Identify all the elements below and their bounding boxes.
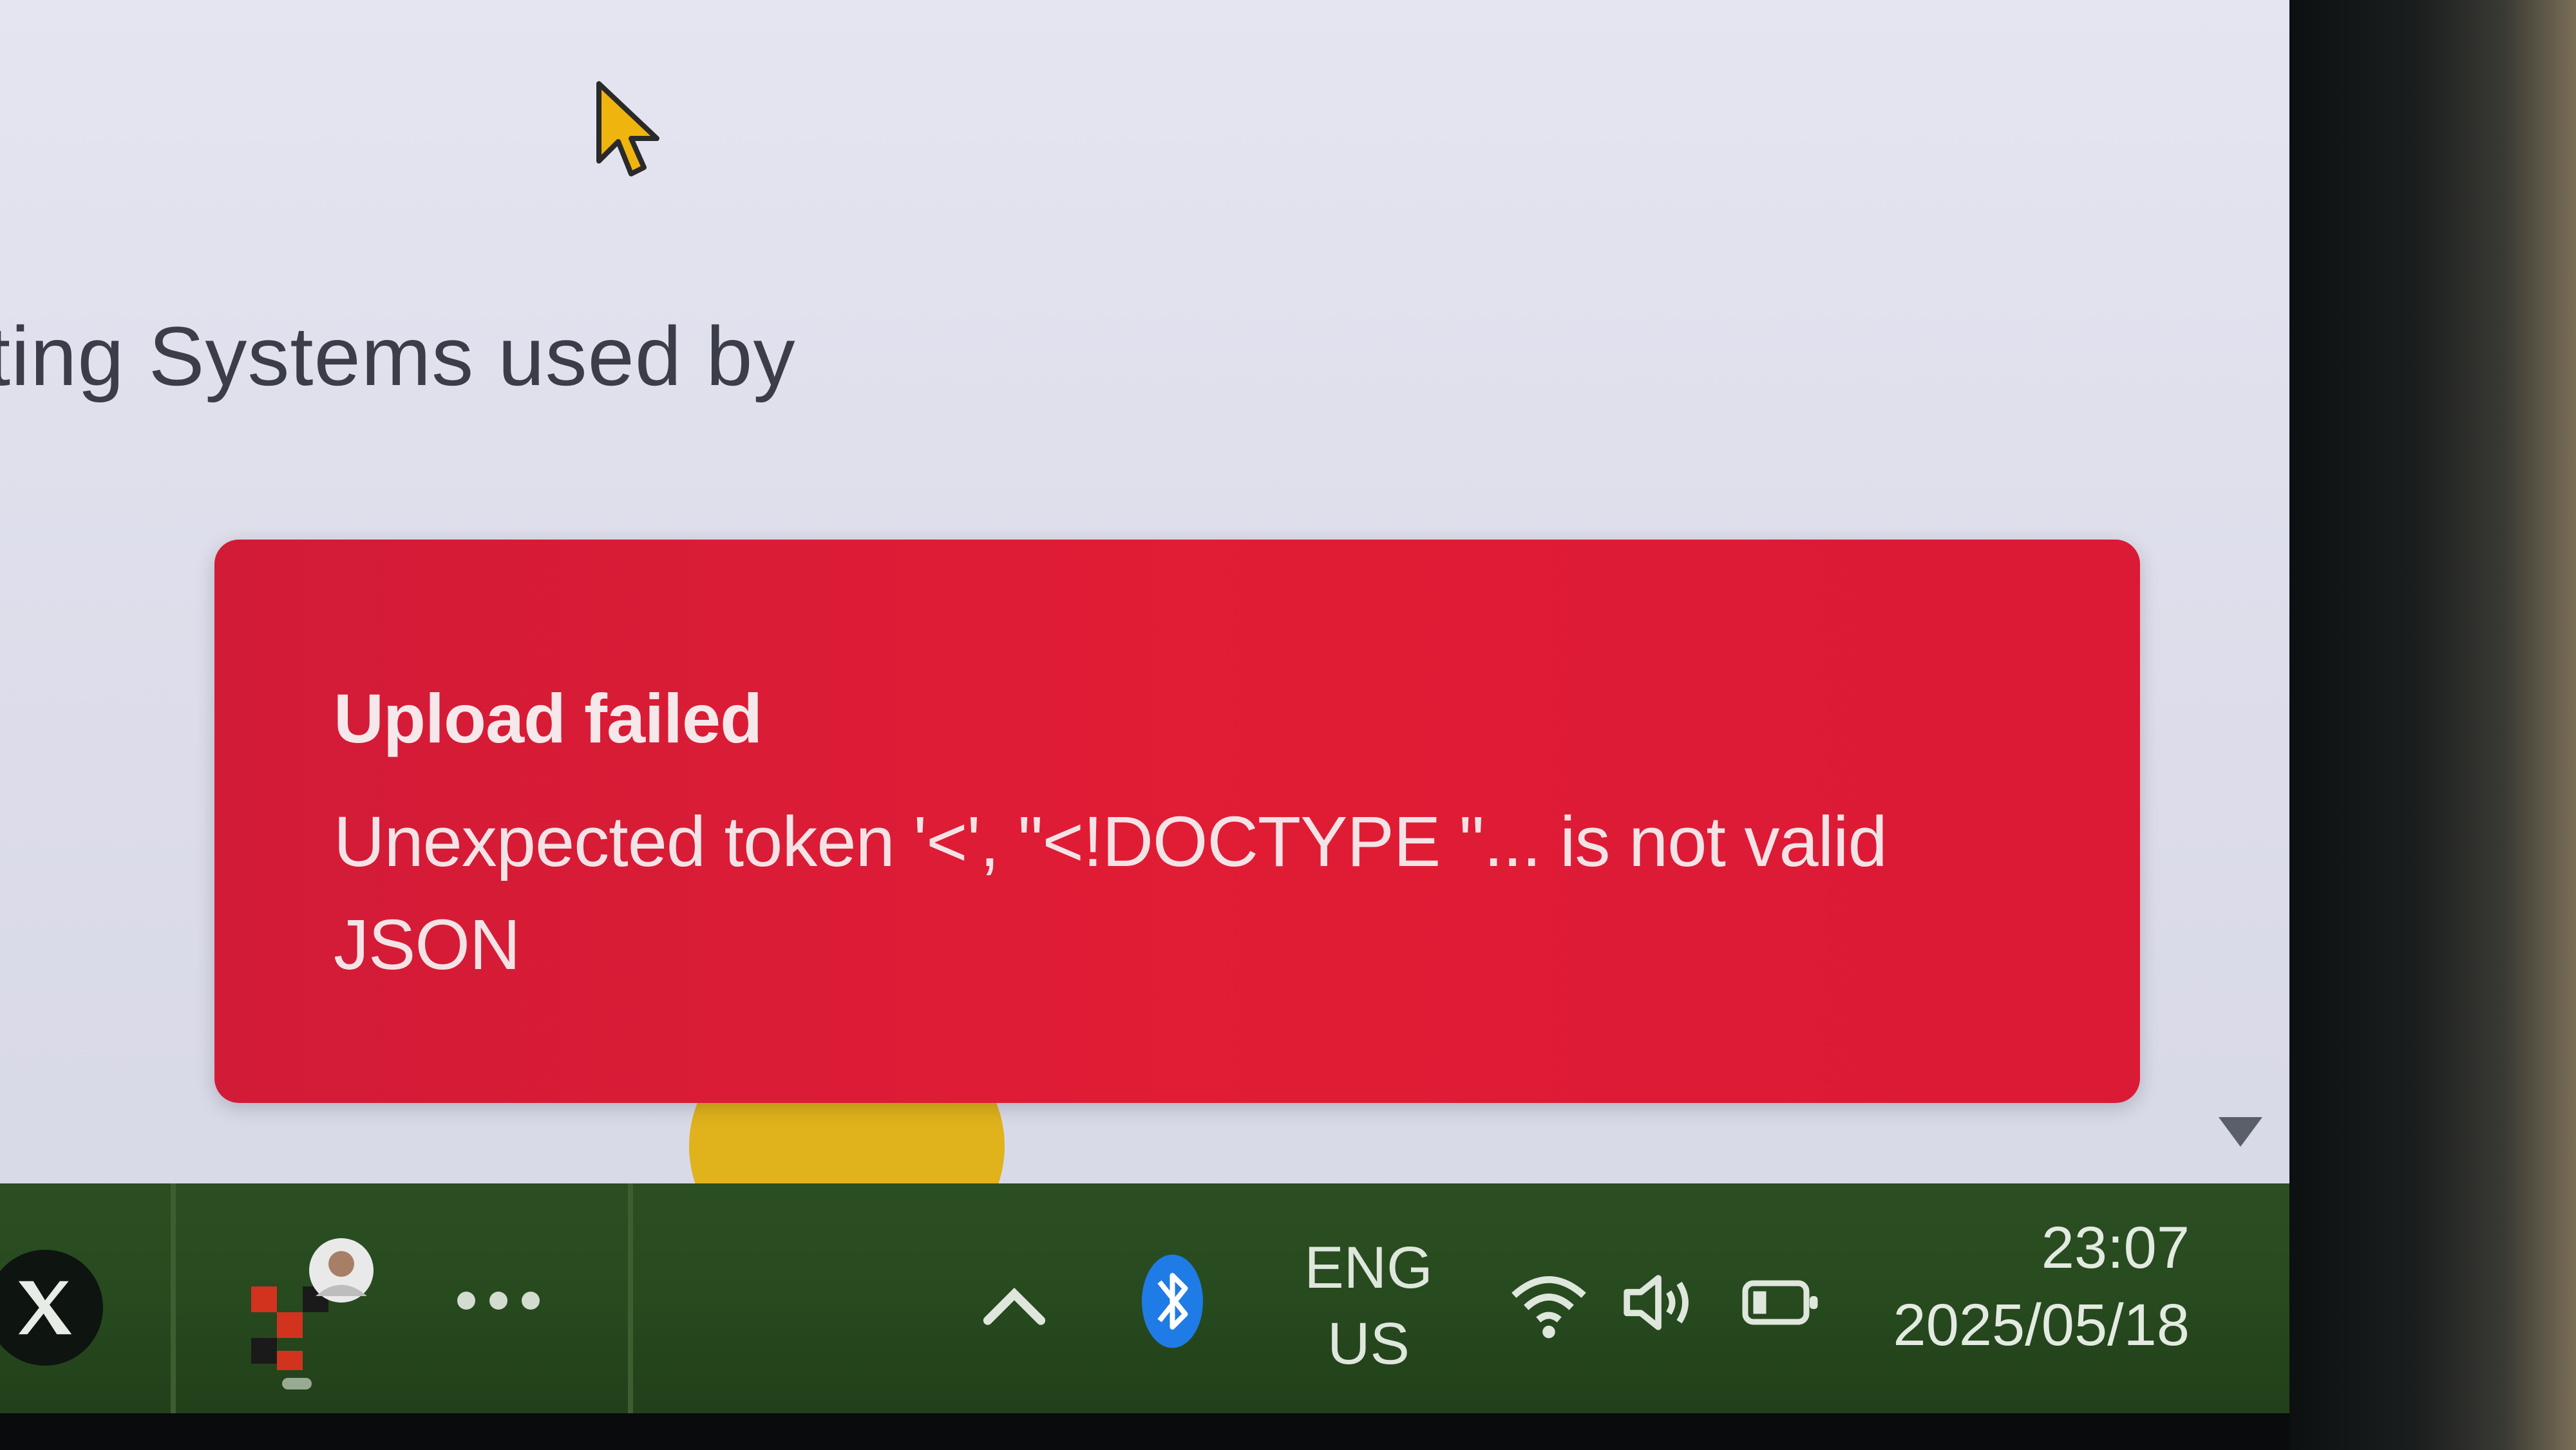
language-region: US: [1327, 1311, 1410, 1377]
toast-title: Upload failed: [334, 679, 762, 757]
wifi-icon[interactable]: [1507, 1267, 1591, 1344]
monitor-bezel-bottom: [0, 1413, 2289, 1450]
scroll-down-arrow-icon[interactable]: [2219, 1117, 2262, 1147]
taskbar-divider: [171, 1183, 176, 1413]
app-with-avatar-icon[interactable]: [238, 1235, 380, 1377]
battery-icon[interactable]: [1739, 1270, 1823, 1335]
toast-message: Unexpected token '<', "<!DOCTYPE "... is…: [334, 802, 1888, 984]
chevron-up-icon[interactable]: [979, 1280, 1050, 1332]
bluetooth-icon[interactable]: [1139, 1253, 1206, 1350]
taskbar-app-x[interactable]: [0, 1250, 103, 1366]
system-clock[interactable]: 23:07 2025/05/18: [1868, 1209, 2190, 1364]
ellipsis-icon[interactable]: [457, 1292, 540, 1310]
screen: ting Systems used by Upload failed Unexp…: [0, 0, 2289, 1413]
clock-time: 23:07: [2041, 1215, 2190, 1281]
taskbar-divider: [628, 1183, 633, 1413]
active-app-indicator: [282, 1378, 312, 1389]
language-indicator[interactable]: ENG US: [1304, 1230, 1433, 1382]
page-heading-partial: ting Systems used by: [0, 309, 796, 403]
language-code: ENG: [1304, 1235, 1433, 1301]
error-toast[interactable]: Upload failed Unexpected token '<', "<!D…: [214, 540, 2140, 1103]
taskbar: ENG US 23:07 2025/05/18: [0, 1183, 2289, 1413]
monitor-bezel: [2289, 0, 2576, 1450]
clock-date: 2025/05/18: [1893, 1292, 2190, 1358]
x-app-icon: [18, 1281, 72, 1335]
volume-icon[interactable]: [1616, 1264, 1700, 1341]
mouse-cursor-icon: [596, 81, 659, 176]
